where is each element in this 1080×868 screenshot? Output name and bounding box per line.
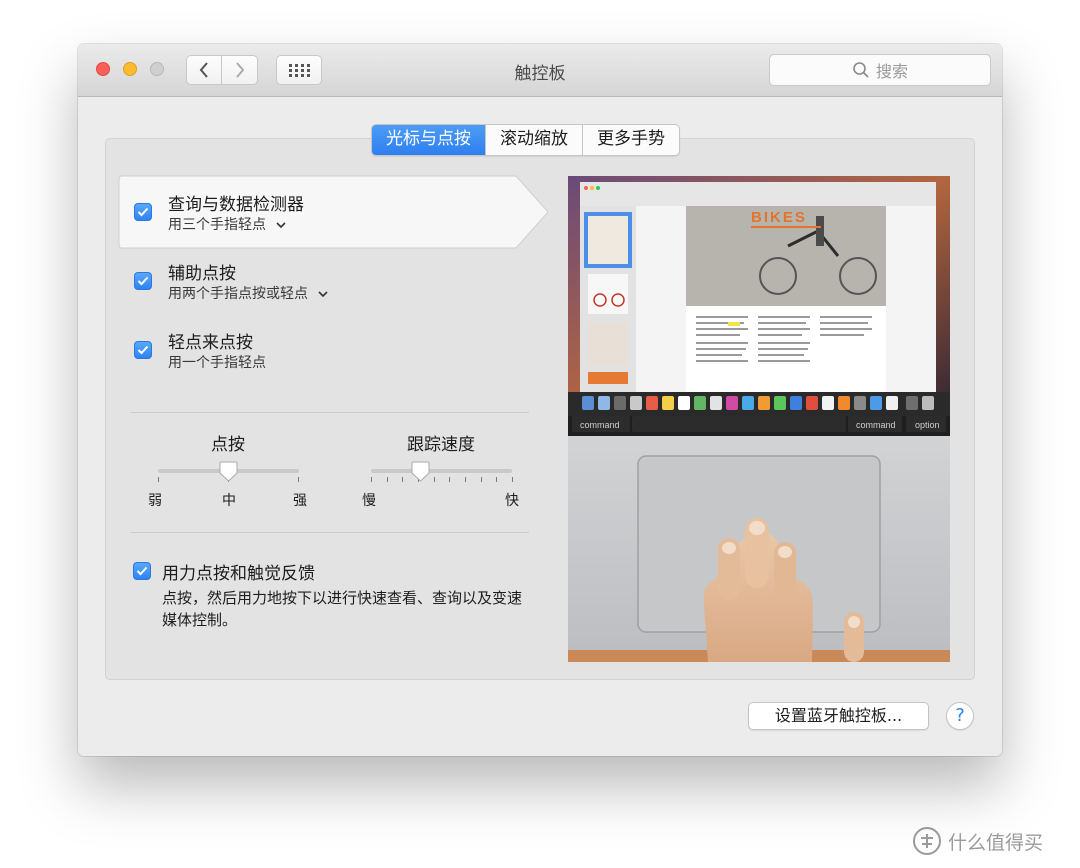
divider — [131, 532, 529, 533]
key-command-right: command — [856, 420, 896, 430]
tab-point-and-click[interactable]: 光标与点按 — [372, 125, 485, 155]
click-slider-title: 点按 — [211, 435, 245, 455]
preferences-window: 触控板 搜索 光标与点按 滚动缩放 更多手势 查询与数据检测器 用三个手指轻点 … — [78, 44, 1002, 756]
option-secondary-click[interactable]: 辅助点按 用两个手指点按或轻点 — [120, 248, 550, 320]
click-slider-tick — [158, 477, 159, 482]
search-icon — [853, 62, 869, 78]
option-subtitle: 用一个手指轻点 — [168, 355, 266, 371]
gesture-preview-video: BIKES command command option — [568, 176, 950, 662]
setup-bluetooth-trackpad-button[interactable]: 设置蓝牙触控板... — [748, 702, 929, 730]
checkmark-icon — [137, 345, 149, 355]
tracking-slider-title: 跟踪速度 — [407, 435, 475, 455]
search-placeholder: 搜索 — [875, 62, 908, 81]
watermark: 什么值得买 — [912, 826, 1043, 856]
option-tap-to-click[interactable]: 轻点来点按 用一个手指轻点 — [120, 317, 550, 389]
option-title: 查询与数据检测器 — [168, 195, 304, 215]
force-click-description: 点按，然后用力地按下以进行快速查看、查询以及变速媒体控制。 — [162, 589, 523, 629]
option-lookup-data-detectors[interactable]: 查询与数据检测器 用三个手指轻点 — [120, 176, 550, 248]
checkmark-icon — [137, 207, 149, 217]
tracking-slider-tick — [387, 477, 388, 482]
option-subtitle: 用两个手指点按或轻点 — [168, 286, 308, 302]
watermark-text: 什么值得买 — [948, 831, 1044, 854]
option-subtitle-dropdown[interactable]: 用两个手指点按或轻点 — [168, 283, 329, 303]
tracking-slider-tick — [512, 477, 513, 482]
tab-more-gestures[interactable]: 更多手势 — [582, 125, 679, 155]
preview-illustration: BIKES command command option — [568, 176, 950, 662]
lookup-checkbox[interactable] — [134, 203, 152, 221]
option-subtitle: 用三个手指轻点 — [168, 217, 266, 233]
tab-scroll-zoom[interactable]: 滚动缩放 — [485, 125, 582, 155]
tracking-slider-track[interactable] — [371, 469, 512, 473]
watermark-logo-icon — [913, 827, 941, 855]
click-slider-thumb[interactable] — [219, 461, 238, 483]
key-command-left: command — [580, 420, 620, 430]
tracking-slider-tick — [496, 477, 497, 482]
click-label-firm: 强 — [293, 493, 307, 509]
poster-title: BIKES — [751, 209, 807, 226]
title-bar: 触控板 搜索 — [78, 44, 1002, 97]
tracking-slider-tick — [481, 477, 482, 482]
secondary-click-checkbox[interactable] — [134, 272, 152, 290]
click-label-light: 弱 — [148, 493, 162, 509]
force-click-title: 用力点按和触觉反馈 — [162, 564, 315, 584]
tracking-slider-tick — [371, 477, 372, 482]
option-title: 轻点来点按 — [168, 333, 253, 353]
tracking-label-fast: 快 — [505, 493, 519, 509]
click-label-medium: 中 — [222, 493, 236, 509]
tap-to-click-checkbox[interactable] — [134, 341, 152, 359]
chevron-down-icon — [276, 221, 287, 228]
option-subtitle-dropdown[interactable]: 用三个手指轻点 — [168, 214, 287, 234]
help-button[interactable]: ? — [946, 702, 974, 730]
chevron-down-icon — [318, 290, 329, 297]
tracking-slider-tick — [402, 477, 403, 482]
tracking-label-slow: 慢 — [362, 493, 376, 509]
search-field[interactable]: 搜索 — [769, 54, 991, 86]
click-slider-tick — [298, 477, 299, 482]
key-option: option — [915, 420, 940, 430]
force-click-checkbox[interactable] — [133, 562, 151, 580]
tracking-slider-tick — [434, 477, 435, 482]
checkmark-icon — [136, 566, 148, 576]
tracking-slider-tick — [465, 477, 466, 482]
divider — [131, 412, 529, 413]
tab-bar: 光标与点按 滚动缩放 更多手势 — [371, 124, 680, 156]
tracking-slider-thumb[interactable] — [411, 461, 430, 483]
tracking-slider-tick — [449, 477, 450, 482]
option-title: 辅助点按 — [168, 264, 236, 284]
checkmark-icon — [137, 276, 149, 286]
